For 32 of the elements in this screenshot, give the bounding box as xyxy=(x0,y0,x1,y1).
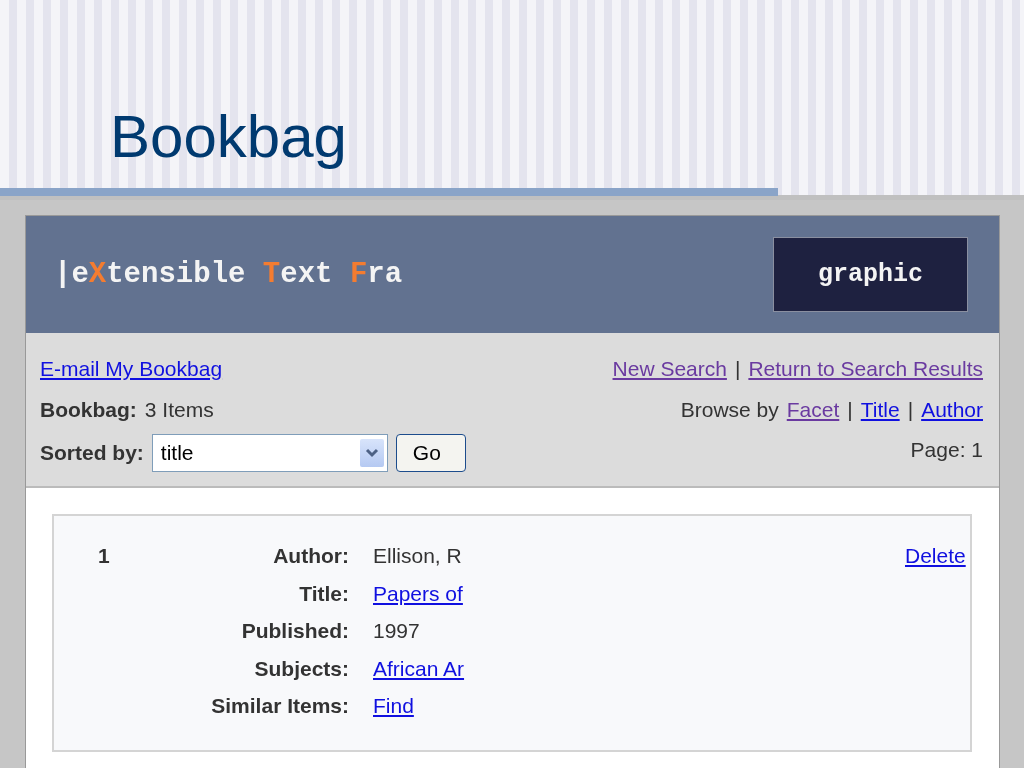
toolbar-text: Page: 1 xyxy=(910,437,983,463)
email-link[interactable]: E-mail My Bookbag xyxy=(40,357,223,380)
field-link[interactable]: African Ar xyxy=(373,656,465,680)
item-count: 3 Items xyxy=(144,396,214,423)
graphic-banner: graphic xyxy=(773,237,968,312)
delete-link[interactable]: Delete xyxy=(905,544,966,567)
field-value: 1997 xyxy=(373,618,421,644)
record-number: 1 xyxy=(97,543,111,569)
toolbar-text: Browse by xyxy=(680,396,779,423)
sort-label: Sorted by: xyxy=(40,440,144,467)
nav-link[interactable]: Author xyxy=(921,393,983,425)
slide-title: Bookbag xyxy=(110,104,347,170)
field-label: Author: xyxy=(272,543,349,569)
separator: | xyxy=(907,396,914,423)
field-label: Subjects: xyxy=(253,655,349,682)
field-label: Title: xyxy=(298,580,349,607)
field-label: Published: xyxy=(240,618,349,644)
nav-link[interactable]: Title xyxy=(860,393,900,425)
field-label: Similar Items: xyxy=(210,693,349,719)
sort-select[interactable]: title xyxy=(151,434,388,472)
field-link[interactable]: Papers of xyxy=(373,581,463,605)
field-link[interactable]: Find xyxy=(373,694,414,717)
separator: | xyxy=(734,356,741,382)
bookbag-label: Bookbag: xyxy=(40,396,137,423)
nav-link[interactable]: Return to Search Results xyxy=(748,353,983,385)
dropdown-caret-icon xyxy=(359,439,384,467)
nav-link[interactable]: Facet xyxy=(786,393,840,425)
separator: | xyxy=(847,396,853,423)
field-value: Ellison, R xyxy=(373,543,463,569)
nav-link[interactable]: New Search xyxy=(612,353,727,385)
site-logo: |eXtensible Text Fra xyxy=(54,256,404,293)
go-button[interactable]: Go xyxy=(395,434,466,472)
